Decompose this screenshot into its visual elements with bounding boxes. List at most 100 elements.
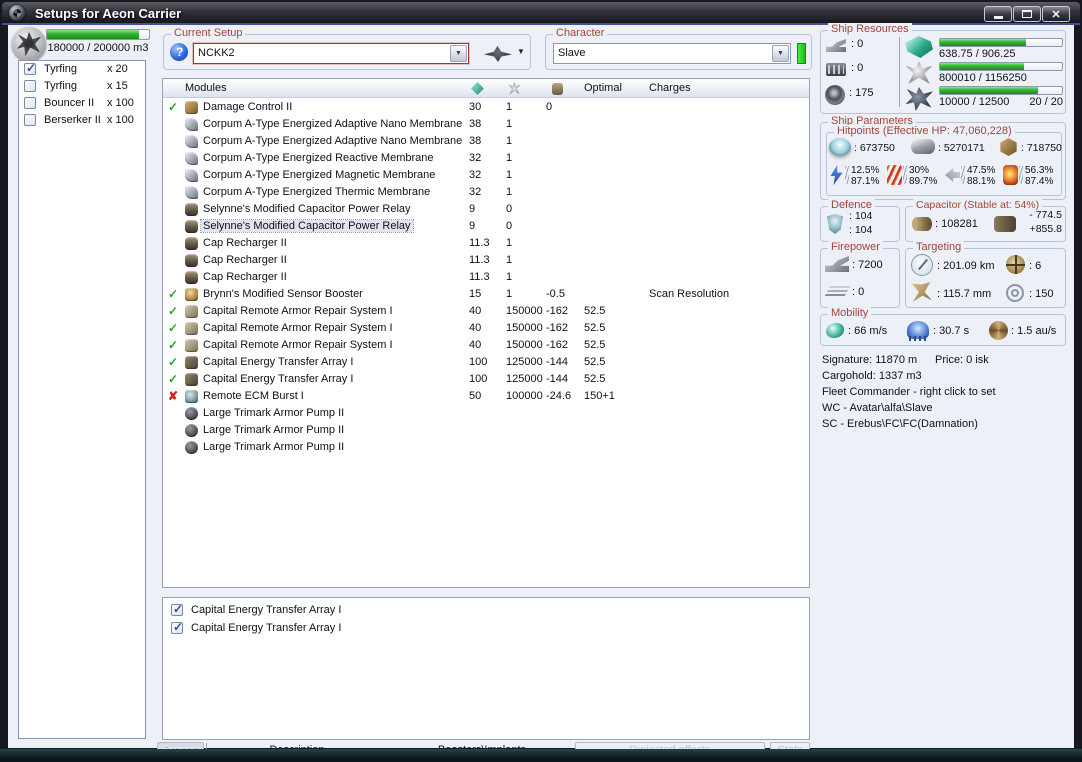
- module-row[interactable]: Corpum A-Type Energized Magnetic Membran…: [163, 167, 809, 184]
- module-name[interactable]: Capital Remote Armor Repair System I: [203, 305, 393, 317]
- launcher-hardpoint-icon: [826, 63, 846, 76]
- drone-checkbox[interactable]: [24, 114, 36, 126]
- module-name[interactable]: Large Trimark Armor Pump II: [203, 441, 344, 453]
- align-time-icon: [907, 321, 929, 341]
- drone-list-item[interactable]: Bouncer II x 100: [19, 95, 145, 112]
- powergrid-icon: [508, 82, 521, 95]
- current-setup-label: Current Setup: [171, 27, 246, 39]
- drone-list-item[interactable]: Tyrfing x 20: [19, 61, 145, 78]
- combo-arrow-icon[interactable]: [772, 45, 789, 62]
- module-name[interactable]: Brynn's Modified Sensor Booster: [203, 288, 363, 300]
- resist-cell: 47.5% 88.1%: [945, 165, 1003, 187]
- module-name[interactable]: Damage Control II: [203, 101, 292, 113]
- tab-projected-effects[interactable]: Projected effects: [575, 742, 765, 759]
- drone-checkbox[interactable]: [24, 97, 36, 109]
- module-row[interactable]: Brynn's Modified Sensor Booster 15 1 -0.…: [163, 286, 809, 303]
- character-combobox[interactable]: Slave: [553, 43, 791, 64]
- wing-commander-value: WC - Avatar\alfa\Slave: [822, 402, 933, 414]
- app-icon: [9, 5, 25, 21]
- selected-module-name: Capital Energy Transfer Array I: [191, 622, 342, 634]
- selected-module-item[interactable]: Capital Energy Transfer Array I: [163, 601, 809, 619]
- module-name[interactable]: Selynne's Modified Capacitor Power Relay: [200, 219, 414, 233]
- ship-menu-icon[interactable]: [484, 45, 512, 62]
- module-row[interactable]: Corpum A-Type Energized Adaptive Nano Me…: [163, 133, 809, 150]
- module-name[interactable]: Corpum A-Type Energized Adaptive Nano Me…: [203, 135, 462, 147]
- module-row[interactable]: Capital Energy Transfer Array I 100 1250…: [163, 354, 809, 371]
- setup-combobox[interactable]: NCKK2: [193, 43, 469, 64]
- module-name[interactable]: Capital Remote Armor Repair System I: [203, 339, 393, 351]
- module-type-icon: [185, 118, 198, 131]
- maximize-icon: [1022, 10, 1032, 18]
- module-row[interactable]: Cap Recharger II 11.3 1: [163, 235, 809, 252]
- module-row[interactable]: Large Trimark Armor Pump II: [163, 439, 809, 456]
- tab-drones[interactable]: Drones: [157, 742, 204, 759]
- module-row[interactable]: Capital Energy Transfer Array I 100 1250…: [163, 371, 809, 388]
- module-cpu-value: 50: [469, 390, 482, 402]
- dronebay-usage-value: 10000 / 12500: [939, 96, 1010, 108]
- module-name[interactable]: Capital Energy Transfer Array I: [203, 373, 353, 385]
- module-row[interactable]: Cap Recharger II 11.3 1: [163, 269, 809, 286]
- module-name[interactable]: Remote ECM Burst I: [203, 390, 304, 402]
- module-optimal-value: 150+1: [584, 390, 615, 402]
- module-row[interactable]: Large Trimark Armor Pump II: [163, 405, 809, 422]
- titlebar[interactable]: Setups for Aeon Carrier: [2, 2, 1080, 25]
- selected-module-checkbox[interactable]: [171, 620, 183, 634]
- rig-calibration-value: : 175: [849, 87, 874, 99]
- module-row[interactable]: Corpum A-Type Energized Adaptive Nano Me…: [163, 116, 809, 133]
- close-button[interactable]: [1042, 6, 1070, 22]
- module-name[interactable]: Corpum A-Type Energized Reactive Membran…: [203, 152, 434, 164]
- signature-resolution-value: : 115.7 mm: [937, 288, 992, 300]
- drone-checkbox[interactable]: [24, 80, 36, 92]
- module-name[interactable]: Corpum A-Type Energized Adaptive Nano Me…: [203, 118, 462, 130]
- maximize-button[interactable]: [1013, 6, 1041, 22]
- module-row[interactable]: Remote ECM Burst I 50 100000 -24.6 150+1: [163, 388, 809, 405]
- module-row[interactable]: Selynne's Modified Capacitor Power Relay…: [163, 201, 809, 218]
- module-row[interactable]: Large Trimark Armor Pump II: [163, 422, 809, 439]
- module-row[interactable]: Selynne's Modified Capacitor Power Relay…: [163, 218, 809, 235]
- module-name[interactable]: Capital Remote Armor Repair System I: [203, 322, 393, 334]
- module-name[interactable]: Cap Recharger II: [203, 237, 287, 249]
- module-type-icon: [185, 237, 198, 250]
- module-name[interactable]: Selynne's Modified Capacitor Power Relay: [203, 203, 411, 215]
- combo-arrow-icon[interactable]: [450, 45, 467, 62]
- drone-list-item[interactable]: Tyrfing x 15: [19, 78, 145, 95]
- module-powergrid-value: 1: [506, 135, 513, 147]
- selected-module-checkbox[interactable]: [171, 602, 183, 616]
- resist-cell: 12.5% 87.1%: [829, 165, 887, 187]
- module-row[interactable]: Corpum A-Type Energized Thermic Membrane…: [163, 184, 809, 201]
- drone-list-item[interactable]: Berserker II x 100: [19, 112, 145, 129]
- fleet-commander-hint[interactable]: Fleet Commander - right click to set: [822, 384, 1070, 400]
- module-row[interactable]: Capital Remote Armor Repair System I 40 …: [163, 337, 809, 354]
- module-name[interactable]: Capital Energy Transfer Array I: [203, 356, 353, 368]
- help-icon[interactable]: [170, 43, 188, 61]
- module-name[interactable]: Large Trimark Armor Pump II: [203, 407, 344, 419]
- character-value: Slave: [558, 47, 586, 59]
- dronebay-big-icon: [905, 87, 933, 111]
- module-row[interactable]: Damage Control II 30 1 0: [163, 99, 809, 116]
- module-name[interactable]: Corpum A-Type Energized Thermic Membrane: [203, 186, 430, 198]
- module-row[interactable]: Cap Recharger II 11.3 1: [163, 252, 809, 269]
- ship-menu-caret-icon[interactable]: [517, 45, 529, 57]
- character-skill-status-indicator: [797, 43, 806, 64]
- drone-bay-capacity-text: 180000 / 200000 m3: [47, 42, 149, 54]
- targeting-label: Targeting: [913, 241, 965, 253]
- module-name[interactable]: Cap Recharger II: [203, 271, 287, 283]
- hull-hp-value: : 718750: [1021, 142, 1062, 154]
- module-row[interactable]: Corpum A-Type Energized Reactive Membran…: [163, 150, 809, 167]
- module-row[interactable]: Capital Remote Armor Repair System I 40 …: [163, 320, 809, 337]
- module-type-icon: [185, 373, 198, 386]
- drone-checkbox[interactable]: [24, 61, 36, 75]
- module-name[interactable]: Large Trimark Armor Pump II: [203, 424, 344, 436]
- cpu-bar-fill: [940, 39, 1026, 46]
- module-cap-value: -162: [546, 305, 569, 317]
- minimize-button[interactable]: [984, 6, 1012, 22]
- ship-info-block: Signature: 11870 m Price: 0 isk Cargohold…: [822, 352, 1070, 432]
- tab-stats[interactable]: Stats: [770, 742, 810, 759]
- selected-module-item[interactable]: Capital Energy Transfer Array I: [163, 619, 809, 637]
- module-row[interactable]: Capital Remote Armor Repair System I 40 …: [163, 303, 809, 320]
- drone-list[interactable]: Tyrfing x 20 Tyrfing x 15 Bouncer II x 1…: [18, 60, 146, 739]
- tab-boosters-implants[interactable]: Boosters\Implants: [420, 744, 544, 756]
- tab-description[interactable]: Description: [247, 744, 347, 756]
- module-name[interactable]: Corpum A-Type Energized Magnetic Membran…: [203, 169, 435, 181]
- module-name[interactable]: Cap Recharger II: [203, 254, 287, 266]
